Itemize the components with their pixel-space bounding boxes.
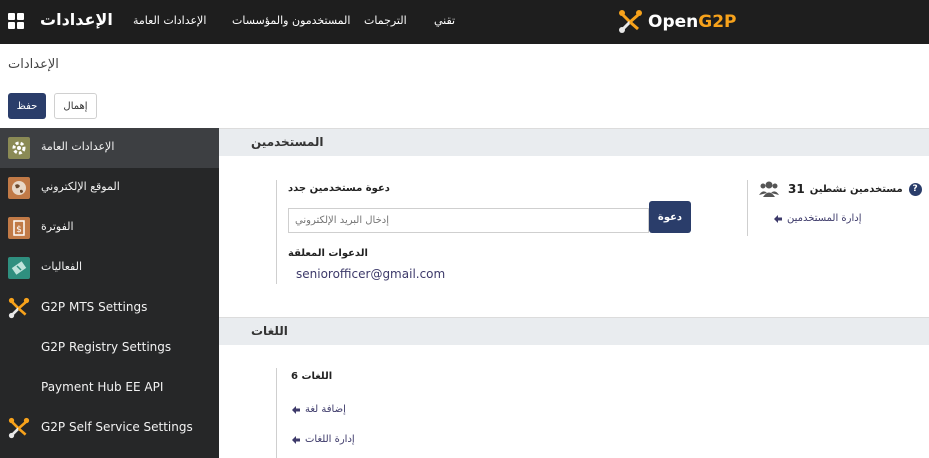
gear-icon: [8, 137, 30, 159]
sidebar-item-label: الموقع الإلكتروني: [41, 180, 120, 193]
sidebar-item-label: الفعاليات: [41, 260, 83, 273]
manage-languages-label: إدارة اللغات: [305, 434, 355, 445]
brand-open-text: Open: [648, 11, 699, 32]
g2p-logo-icon: [8, 417, 30, 439]
active-users: 31 مستخدمين نشطين ?: [758, 180, 922, 198]
sidebar-item-g2p-mts[interactable]: G2P MTS Settings: [0, 288, 219, 328]
settings-sidebar: الإعدادات العامة الموقع الإلكتروني $ الف…: [0, 128, 219, 458]
manage-users-label: إدارة المستخدمين: [787, 213, 862, 224]
invoice-icon: $: [8, 217, 30, 239]
save-button[interactable]: حفظ: [8, 93, 46, 119]
openg2p-logo: OpenG2P: [618, 9, 737, 34]
active-users-label: مستخدمين نشطين: [809, 183, 903, 195]
invite-users-title: دعوة مستخدمين جدد: [288, 183, 390, 194]
arrow-left-icon: [292, 405, 300, 414]
ticket-icon: [8, 257, 30, 279]
breadcrumb: الإعدادات: [8, 57, 59, 72]
discard-button[interactable]: إهمال: [54, 93, 97, 119]
pending-invitations-title: الدعوات المعلقة: [288, 248, 368, 259]
sidebar-item-label: G2P MTS Settings: [41, 300, 148, 314]
globe-icon: [8, 177, 30, 199]
brand-g2p-text: G2P: [698, 11, 737, 32]
divider: [276, 368, 277, 458]
invite-email-input[interactable]: [288, 208, 649, 233]
sidebar-item-events[interactable]: الفعاليات: [0, 248, 219, 288]
help-icon[interactable]: ?: [908, 182, 922, 196]
sidebar-item-label: G2P Self Service Settings: [41, 420, 193, 434]
manage-users-link[interactable]: إدارة المستخدمين: [773, 213, 862, 224]
active-users-count: 31: [788, 182, 805, 196]
sidebar-item-label: الإعدادات العامة: [41, 140, 115, 153]
sidebar-item-label: G2P Registry Settings: [41, 340, 172, 354]
sidebar-item-label: Payment Hub EE API: [41, 380, 164, 394]
app-title[interactable]: الإعدادات: [40, 10, 113, 29]
sidebar-item-g2p-self-service[interactable]: G2P Self Service Settings: [0, 408, 219, 448]
menu-technical[interactable]: تقني: [434, 14, 455, 27]
sidebar-item-label: الفوترة: [41, 220, 74, 233]
g2p-logo-icon: [8, 297, 30, 319]
sidebar-item-g2p-registry[interactable]: G2P Registry Settings: [0, 328, 219, 368]
menu-general-settings[interactable]: الإعدادات العامة: [133, 14, 206, 27]
languages-section-header: اللغات: [219, 317, 929, 345]
add-language-label: إضافة لغة: [305, 404, 346, 415]
pending-invitation-email[interactable]: seniorofficer@gmail.com: [296, 267, 445, 281]
sidebar-item-invoicing[interactable]: $ الفوترة: [0, 208, 219, 248]
sidebar-item-payment-hub[interactable]: Payment Hub EE API: [0, 368, 219, 408]
menu-users-companies[interactable]: المستخدمون والمؤسسات: [232, 14, 350, 27]
g2p-logo-icon: [619, 10, 642, 33]
sidebar-item-website[interactable]: الموقع الإلكتروني: [0, 168, 219, 208]
arrow-left-icon: [292, 435, 300, 444]
divider: [276, 180, 277, 284]
section-title: اللغات: [251, 324, 288, 338]
users-icon: [759, 181, 779, 197]
menu-translations[interactable]: الترجمات: [364, 14, 407, 27]
divider: [747, 180, 748, 236]
sidebar-item-general-settings[interactable]: الإعدادات العامة: [0, 128, 219, 168]
invite-button[interactable]: دعوة: [649, 201, 691, 233]
svg-text:$: $: [16, 225, 22, 235]
arrow-left-icon: [774, 214, 782, 223]
apps-menu-icon[interactable]: [8, 13, 24, 29]
manage-languages-link[interactable]: إدارة اللغات: [291, 434, 355, 445]
top-navbar: الإعدادات الإعدادات العامة المستخدمون وا…: [0, 0, 929, 44]
languages-count: اللغات 6: [291, 371, 333, 382]
add-language-link[interactable]: إضافة لغة: [291, 404, 346, 415]
users-section-header: المستخدمين: [219, 128, 929, 156]
section-title: المستخدمين: [251, 135, 324, 149]
